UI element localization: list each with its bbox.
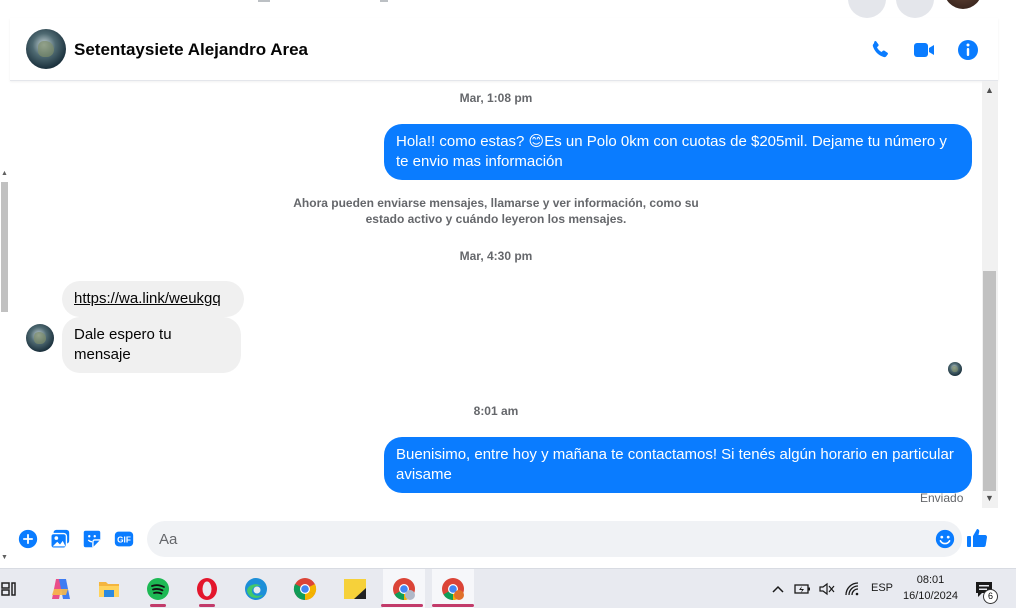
clock-date: 16/10/2024 [902,590,959,602]
video-camera-icon[interactable] [912,38,936,62]
file-explorer-icon[interactable] [96,576,122,602]
system-note: Ahora pueden enviarse mensajes, llamarse… [293,196,699,226]
top-menu-button[interactable] [848,0,886,18]
wa-link[interactable]: https://wa.link/weukgq [74,290,221,307]
outer-scrollbar[interactable]: ▲ ▼ [0,168,10,568]
chrome-profile-2-icon[interactable] [440,576,466,602]
chrome-icon[interactable] [292,576,318,602]
running-indicator [150,604,166,607]
sticky-notes-icon[interactable] [342,576,368,602]
copilot-icon[interactable] [48,576,74,602]
top-dash [380,0,388,2]
emoji-icon[interactable] [934,528,956,550]
active-indicator [432,604,474,607]
battery-icon[interactable] [794,581,812,597]
message-input[interactable] [159,521,919,557]
image-icon[interactable] [49,528,71,550]
top-notifications-button[interactable] [896,0,934,18]
wifi-icon[interactable] [844,581,862,597]
account-avatar[interactable] [944,0,982,9]
opera-icon[interactable] [194,576,220,602]
incoming-message-link[interactable]: https://wa.link/weukgq [62,281,244,317]
browser-top-strip [0,0,1016,18]
thumbs-up-icon[interactable] [965,526,989,550]
contact-name[interactable]: Setentaysiete Alejandro Area [74,40,308,60]
top-dash [258,0,270,2]
message-list: Mar, 1:08 pm Hola!! como estas? 😊Es un P… [10,81,982,516]
chat-scroll-thumb[interactable] [983,271,996,491]
message-input-box[interactable] [147,521,962,557]
windows-taskbar: ESP 08:01 16/10/2024 6 [0,568,1016,608]
timestamp: 8:01 am [473,404,519,418]
seen-indicator-avatar [948,362,962,376]
composer: GIF [10,516,998,568]
gif-icon[interactable]: GIF [113,528,135,550]
plus-icon[interactable] [17,528,39,550]
phone-icon[interactable] [868,38,892,62]
outgoing-message[interactable]: Buenisimo, entre hoy y mañana te contact… [384,437,972,493]
outer-scroll-thumb[interactable] [1,182,8,312]
sent-status: Enviado [920,491,964,505]
chevron-up-icon[interactable] [770,581,786,597]
scroll-up-icon[interactable]: ▲ [985,85,994,95]
chrome-profile-icon[interactable] [391,576,417,602]
chat-header: Setentaysiete Alejandro Area [10,18,998,81]
active-indicator [381,604,423,607]
chat-scrollbar[interactable]: ▲ ▼ [982,81,998,508]
timestamp: Mar, 4:30 pm [459,249,533,263]
scroll-down-icon[interactable]: ▼ [985,493,994,503]
edge-icon[interactable] [243,576,269,602]
clock-time: 08:01 [916,574,945,586]
clock[interactable]: 08:01 16/10/2024 [893,572,968,604]
info-icon[interactable] [956,38,980,62]
spotify-icon[interactable] [145,576,171,602]
outgoing-message[interactable]: Hola!! como estas? 😊Es un Polo 0km con c… [384,124,972,180]
scroll-up-icon[interactable]: ▲ [1,170,8,177]
task-view-icon[interactable] [0,576,20,602]
running-indicator [199,604,215,607]
gif-label: GIF [117,536,131,545]
notification-count-badge: 6 [983,589,998,604]
timestamp: Mar, 1:08 pm [459,91,533,105]
screen: ▲ ▼ Setentaysiete Alejandro Area Mar, 1:… [0,0,1016,608]
sticker-icon[interactable] [81,528,103,550]
scroll-down-icon[interactable]: ▼ [1,554,8,561]
incoming-message[interactable]: Dale espero tu mensaje [62,317,241,373]
speaker-muted-icon[interactable] [818,581,836,597]
contact-avatar-small [26,324,54,352]
chat-window: Setentaysiete Alejandro Area Mar, 1:08 p… [10,18,998,568]
language-indicator[interactable]: ESP [871,582,893,594]
contact-avatar[interactable] [26,29,66,69]
